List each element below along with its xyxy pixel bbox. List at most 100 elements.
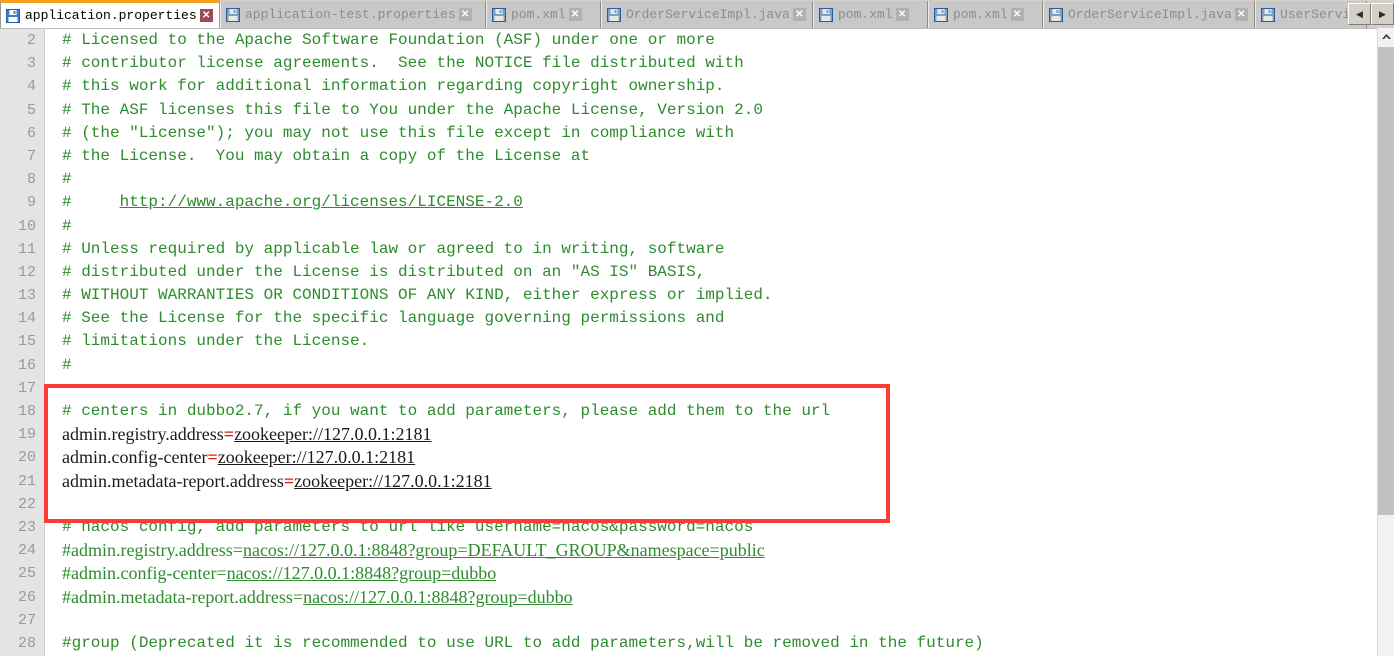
code-comment: # (the "License"); you may not use this … — [62, 123, 735, 142]
code-line[interactable]: # — [46, 168, 1377, 191]
line-number: 3 — [26, 55, 36, 73]
code-comment: # http://www.apache.org/licenses/LICENSE… — [46, 191, 1377, 214]
line-number: 19 — [17, 426, 36, 444]
code-comment: # contributor license agreements. See th… — [62, 54, 744, 73]
commented-property-value[interactable]: nacos://127.0.0.1:8848?group=dubbo — [227, 563, 497, 583]
commented-property-value[interactable]: nacos://127.0.0.1:8848?group=dubbo — [303, 587, 573, 607]
commented-property-line: #admin.metadata-report.address=nacos://1… — [46, 586, 1377, 609]
vertical-scrollbar[interactable] — [1377, 28, 1394, 656]
tab-close-icon[interactable]: ✕ — [458, 8, 472, 21]
code-line[interactable]: #group (Deprecated it is recommended to … — [46, 632, 1377, 655]
code-line[interactable]: # this work for additional information r… — [46, 75, 1377, 98]
code-line[interactable]: # Licensed to the Apache Software Founda… — [46, 29, 1377, 52]
code-line[interactable]: # the License. You may obtain a copy of … — [46, 145, 1377, 168]
code-comment: # distributed under the License is distr… — [62, 262, 706, 281]
code-line[interactable]: # limitations under the License. — [46, 330, 1377, 353]
tab-label: pom.xml — [838, 7, 893, 22]
editor-tab-7[interactable]: OrderServiceImpl.java ✕ — [1043, 1, 1255, 28]
code-line[interactable]: # centers in dubbo2.7, if you want to ad… — [46, 400, 1377, 423]
code-line[interactable]: admin.metadata-report.address=zookeeper:… — [46, 470, 1377, 493]
code-line[interactable]: admin.config-center=zookeeper://127.0.0.… — [46, 446, 1377, 469]
tab-close-icon[interactable]: ✕ — [1010, 8, 1024, 21]
chevron-up-icon — [1381, 33, 1391, 39]
code-line[interactable]: # The ASF licenses this file to You unde… — [46, 99, 1377, 122]
line-number: 16 — [17, 356, 36, 374]
property-key: admin.config-center — [62, 447, 208, 468]
code-line[interactable]: admin.registry.address=zookeeper://127.0… — [46, 423, 1377, 446]
line-number: 11 — [17, 240, 36, 258]
code-line[interactable]: # nacos config, add parameters to url li… — [46, 516, 1377, 539]
code-comment: #group (Deprecated it is recommended to … — [62, 633, 984, 652]
floppy-disk-icon — [934, 7, 948, 22]
line-number: 21 — [17, 472, 36, 490]
code-line[interactable]: # (the "License"); you may not use this … — [46, 122, 1377, 145]
code-line[interactable]: # Unless required by applicable law or a… — [46, 238, 1377, 261]
tab-close-icon[interactable]: ✕ — [895, 8, 909, 21]
editor-tab-1[interactable]: application.properties ✕ — [0, 0, 220, 28]
code-line[interactable] — [46, 377, 1377, 400]
line-number: 2 — [26, 32, 36, 49]
tab-close-icon[interactable]: ✕ — [199, 9, 213, 22]
line-number: 28 — [17, 634, 36, 652]
code-comment: # — [62, 355, 72, 374]
code-line[interactable]: #admin.metadata-report.address=nacos://1… — [46, 586, 1377, 609]
property-value[interactable]: zookeeper://127.0.0.1:2181 — [294, 471, 491, 491]
line-number: 8 — [26, 171, 36, 189]
scrollbar-thumb[interactable] — [1378, 47, 1394, 515]
property-value[interactable]: zookeeper://127.0.0.1:2181 — [234, 424, 431, 444]
property-equals: = — [207, 447, 218, 468]
code-line[interactable]: # — [46, 215, 1377, 238]
tab-scroll-right-button[interactable]: ▶ — [1371, 3, 1394, 25]
tab-label: application.properties — [25, 8, 197, 23]
tab-scroll-controls: ◀ ▶ — [1348, 3, 1394, 25]
floppy-disk-icon — [6, 8, 20, 23]
code-line[interactable]: # WITHOUT WARRANTIES OR CONDITIONS OF AN… — [46, 284, 1377, 307]
editor-tab-2[interactable]: application-test.properties ✕ — [220, 1, 486, 28]
line-number: 10 — [17, 217, 36, 235]
commented-property-value[interactable]: nacos://127.0.0.1:8848?group=DEFAULT_GRO… — [243, 540, 765, 560]
floppy-disk-icon — [226, 7, 240, 22]
code-comment: # the License. You may obtain a copy of … — [62, 146, 591, 165]
editor-tab-4[interactable]: OrderServiceImpl.java ✕ — [601, 1, 813, 28]
line-number: 13 — [17, 287, 36, 305]
tab-scroll-left-button[interactable]: ◀ — [1348, 3, 1371, 25]
tab-label: application-test.properties — [245, 7, 456, 22]
code-comment: # nacos config, add parameters to url li… — [62, 517, 754, 536]
editor-tab-6[interactable]: pom.xml ✕ — [928, 1, 1043, 28]
code-line[interactable]: # http://www.apache.org/licenses/LICENSE… — [46, 191, 1377, 214]
property-equals: = — [223, 424, 235, 445]
license-url-link[interactable]: http://www.apache.org/licenses/LICENSE-2… — [120, 193, 523, 211]
commented-property-key: #admin.metadata-report.address= — [62, 586, 304, 607]
code-line[interactable]: # — [46, 354, 1377, 377]
commented-property-line: #admin.registry.address=nacos://127.0.0.… — [46, 539, 1377, 562]
property-value[interactable]: zookeeper://127.0.0.1:2181 — [218, 447, 415, 467]
scroll-up-button[interactable] — [1378, 28, 1394, 45]
editor-tab-bar: application.properties ✕ application-test.… — [0, 0, 1394, 28]
editor-tab-5[interactable]: pom.xml ✕ — [813, 1, 928, 28]
code-line[interactable] — [46, 609, 1377, 632]
line-number: 27 — [17, 611, 36, 629]
code-line[interactable]: #admin.registry.address=nacos://127.0.0.… — [46, 539, 1377, 562]
code-line[interactable]: # contributor license agreements. See th… — [46, 52, 1377, 75]
code-line[interactable]: #admin.config-center=nacos://127.0.0.1:8… — [46, 562, 1377, 585]
code-comment: # See the License for the specific langu… — [62, 309, 725, 328]
code-comment: # — [62, 170, 72, 189]
tab-label: pom.xml — [953, 7, 1008, 22]
line-number: 20 — [17, 449, 36, 467]
code-editor[interactable]: 2 3 4 5 6 7 8 9 10 11 12 13 14 15 16 17 18 19 20 21 22 23 24 25… — [0, 28, 1394, 656]
property-line: admin.registry.address=zookeeper://127.0… — [46, 423, 1377, 446]
tab-close-icon[interactable]: ✕ — [792, 8, 806, 21]
line-number: 22 — [17, 495, 36, 513]
tab-close-icon[interactable]: ✕ — [1234, 8, 1248, 21]
line-number: 4 — [26, 78, 36, 96]
line-number: 18 — [17, 403, 36, 420]
code-line[interactable] — [46, 493, 1377, 516]
code-line[interactable]: # See the License for the specific langu… — [46, 307, 1377, 330]
code-content[interactable]: # Licensed to the Apache Software Founda… — [46, 29, 1377, 656]
line-number: 15 — [17, 333, 36, 351]
editor-tab-3[interactable]: pom.xml ✕ — [486, 1, 601, 28]
tab-close-icon[interactable]: ✕ — [568, 8, 582, 21]
floppy-disk-icon — [492, 7, 506, 22]
code-line[interactable]: # distributed under the License is distr… — [46, 261, 1377, 284]
code-comment: # Unless required by applicable law or a… — [62, 239, 725, 258]
